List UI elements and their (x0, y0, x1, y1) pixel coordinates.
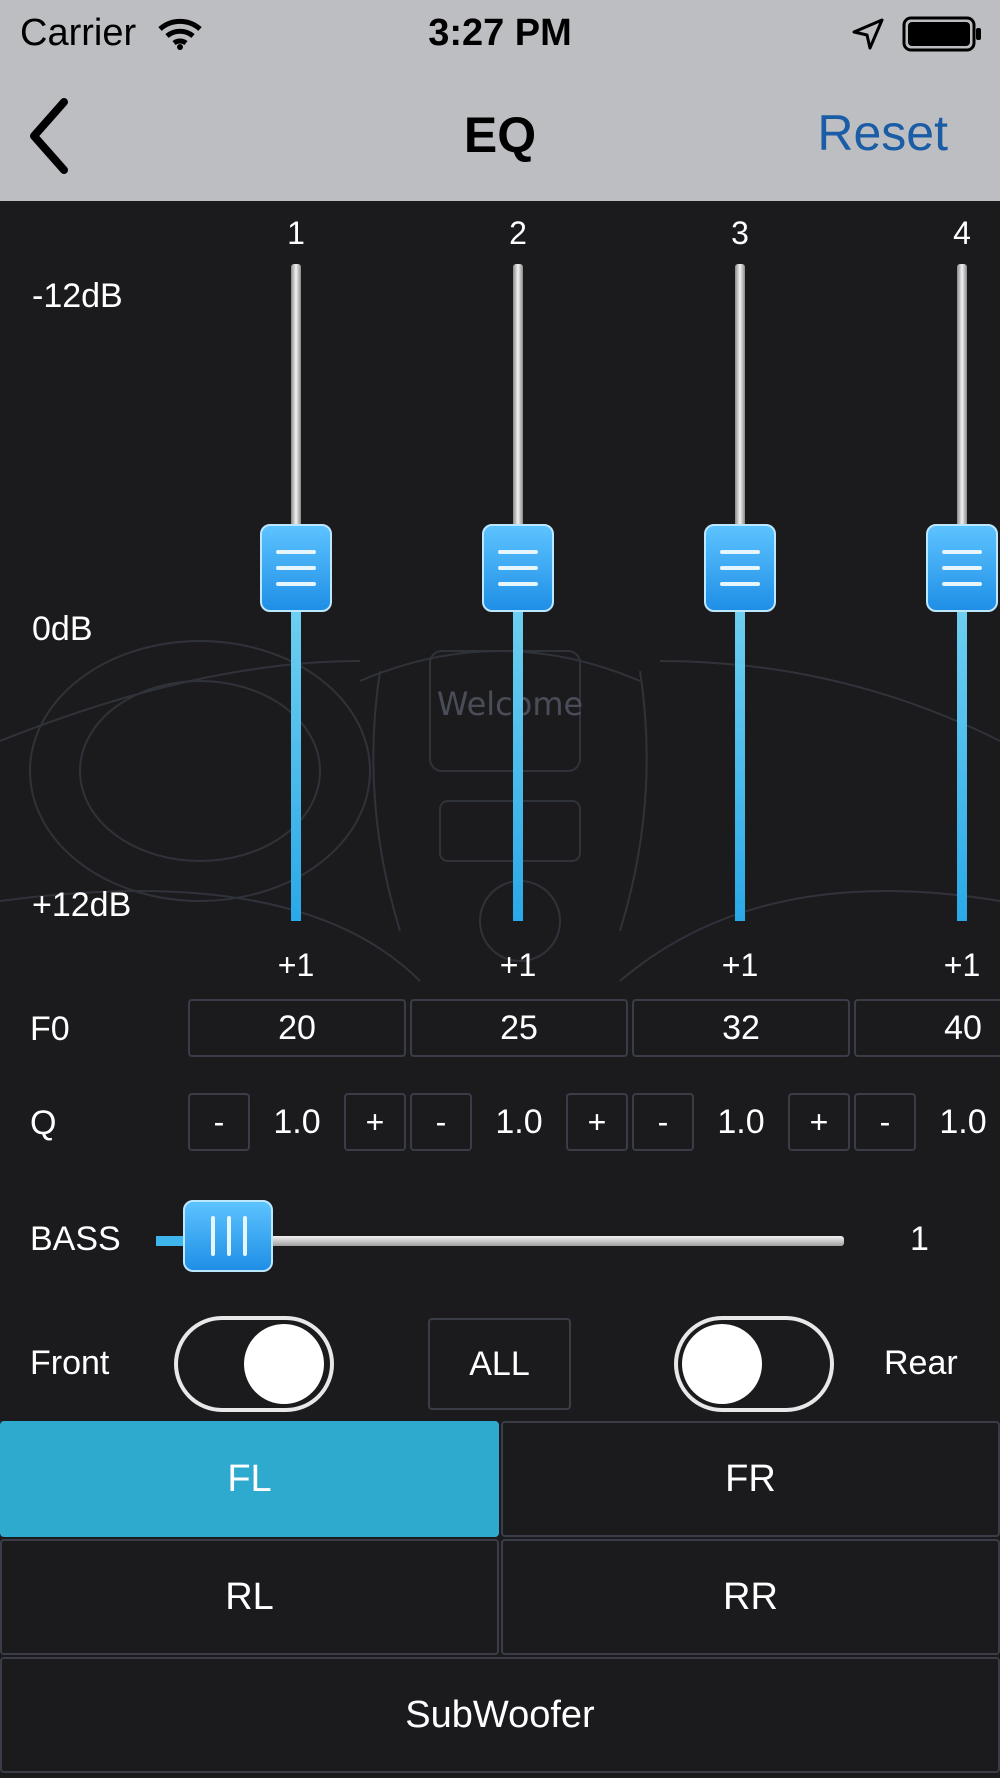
band-slider-fill (735, 602, 745, 921)
eq-content: Welcome -12dB 0dB +12dB 1 +1 20-1.0 +2 +1 25-… (0, 201, 1000, 1778)
front-toggle-knob (244, 1324, 324, 1404)
q-minus-button[interactable]: - (410, 1093, 472, 1151)
rear-toggle[interactable] (674, 1316, 834, 1412)
band-slider-fill (957, 602, 967, 921)
channel-rl-button[interactable]: RL (0, 1539, 499, 1655)
q-value: 1.0 (939, 1103, 987, 1141)
q-minus-button[interactable]: - (188, 1093, 250, 1151)
channel-subwoofer-button[interactable]: SubWoofer (0, 1657, 1000, 1773)
reset-button[interactable]: Reset (817, 104, 948, 162)
f0-value[interactable]: 32 (632, 999, 850, 1057)
rear-toggle-knob (682, 1324, 762, 1404)
db-top-label: -12dB (32, 277, 123, 315)
rear-label: Rear (884, 1344, 958, 1382)
bass-value: 1 (910, 1220, 929, 1258)
bass-label: BASS (30, 1220, 121, 1258)
band-slider-thumb[interactable] (704, 524, 776, 612)
f0-value[interactable]: 25 (410, 999, 628, 1057)
band-slider-thumb[interactable] (260, 524, 332, 612)
f0-label: F0 (30, 1010, 70, 1048)
q-value: 1.0 (717, 1103, 765, 1141)
f0-value[interactable]: 20 (188, 999, 406, 1057)
band-slider-fill (513, 602, 523, 921)
band-gain-value: +1 (721, 947, 759, 983)
band-slider-track[interactable] (291, 264, 301, 534)
db-bottom-label: +12dB (32, 886, 132, 924)
nav-bar: EQ Reset (0, 68, 1000, 201)
all-button[interactable]: ALL (428, 1318, 571, 1410)
band-number: 3 (731, 215, 749, 251)
front-toggle[interactable] (174, 1316, 334, 1412)
band-slider-track[interactable] (513, 264, 523, 534)
q-value: 1.0 (495, 1103, 543, 1141)
q-minus-button[interactable]: - (854, 1093, 916, 1151)
band-gain-value: +1 (943, 947, 981, 983)
channel-fr-button[interactable]: FR (501, 1421, 1000, 1537)
band-slider-thumb[interactable] (482, 524, 554, 612)
band-gain-value: +1 (277, 947, 315, 983)
band-slider-track[interactable] (735, 264, 745, 534)
channel-fl-button[interactable]: FL (0, 1421, 499, 1537)
q-minus-button[interactable]: - (632, 1093, 694, 1151)
status-bar: Carrier 3:27 PM (0, 0, 1000, 68)
location-icon (852, 18, 884, 50)
band-slider-thumb[interactable] (926, 524, 998, 612)
q-label: Q (30, 1104, 57, 1142)
band-slider-fill (291, 602, 301, 921)
front-label: Front (30, 1344, 110, 1382)
bass-slider-thumb[interactable] (183, 1200, 273, 1272)
band-number: 1 (287, 215, 305, 251)
watermark-text: Welcome (437, 685, 583, 723)
q-plus-button[interactable]: + (344, 1093, 406, 1151)
q-value: 1.0 (273, 1103, 321, 1141)
band-number: 2 (509, 215, 527, 251)
channel-rr-button[interactable]: RR (501, 1539, 1000, 1655)
band-number: 4 (953, 215, 971, 251)
q-plus-button[interactable]: + (566, 1093, 628, 1151)
battery-icon (902, 16, 981, 52)
band-slider-track[interactable] (957, 264, 967, 534)
band-gain-value: +1 (499, 947, 537, 983)
q-plus-button[interactable]: + (788, 1093, 850, 1151)
f0-value[interactable]: 40 (854, 999, 1000, 1057)
db-mid-label: 0dB (32, 610, 93, 648)
status-time: 3:27 PM (428, 12, 572, 54)
